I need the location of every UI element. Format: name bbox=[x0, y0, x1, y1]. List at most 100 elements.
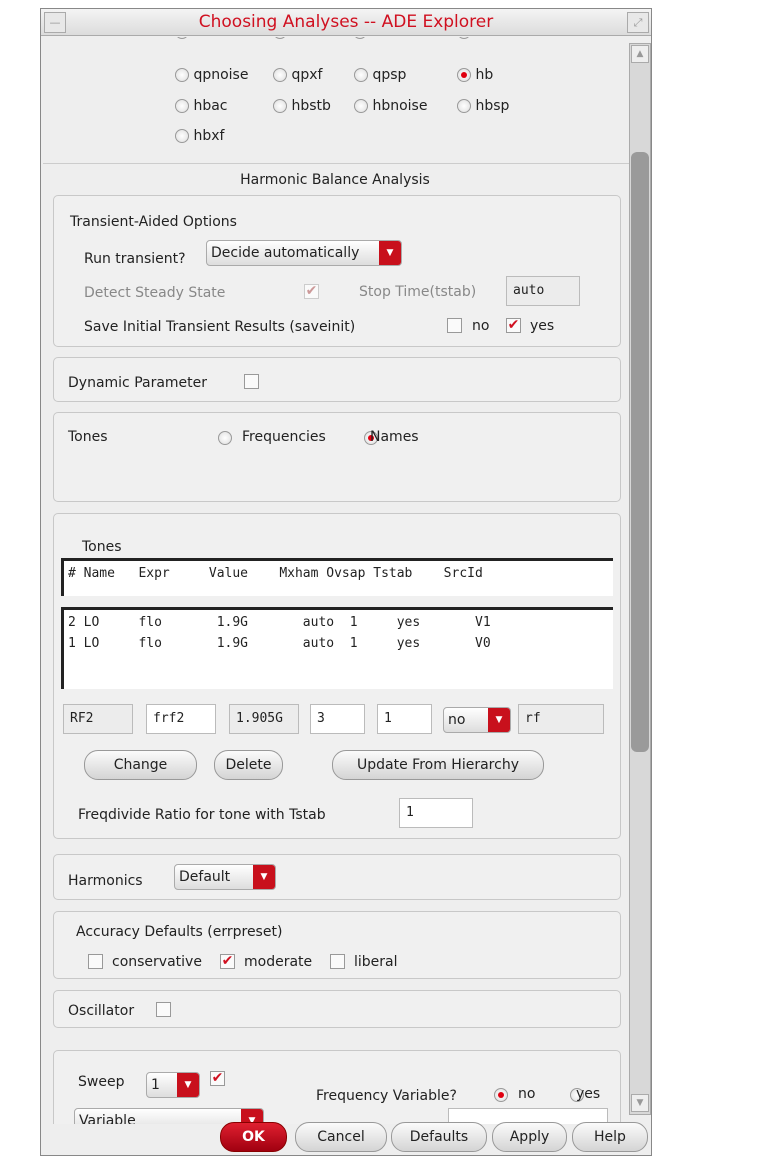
analysis-label: hbstb bbox=[291, 98, 331, 114]
analysis-option-qpxf[interactable]: qpxf bbox=[273, 67, 322, 83]
chevron-down-icon: ▼ bbox=[177, 1073, 199, 1097]
tone-value-field[interactable]: 1.905G bbox=[229, 704, 299, 734]
analysis-option-hb[interactable]: hb bbox=[457, 67, 493, 83]
moderate-label: moderate bbox=[244, 954, 313, 970]
analysis-radio[interactable] bbox=[457, 68, 471, 82]
form-scroll-area: qpnoise qpxf qpsp hb hbac hbstb hbnoise … bbox=[41, 37, 629, 1124]
help-button[interactable]: Help bbox=[572, 1122, 648, 1152]
tones-row[interactable]: 1 LO flo 1.9G auto 1 yes V0 bbox=[68, 636, 491, 651]
scroll-down-icon[interactable]: ▼ bbox=[631, 1094, 649, 1112]
tone-name-field[interactable]: RF2 bbox=[63, 704, 133, 734]
harmonics-value: Default bbox=[179, 869, 231, 885]
transient-options-group: Transient-Aided Options Run transient? D… bbox=[53, 195, 621, 347]
harmonics-select[interactable]: Default ▼ bbox=[174, 864, 276, 890]
frequency-variable-no-label: no bbox=[518, 1086, 536, 1102]
analysis-label: hbnoise bbox=[372, 98, 428, 114]
tones-title: Tones bbox=[82, 539, 122, 555]
accuracy-title: Accuracy Defaults (errpreset) bbox=[76, 924, 283, 940]
analysis-label: qpnoise bbox=[193, 67, 249, 83]
oscillator-checkbox[interactable] bbox=[156, 1002, 171, 1017]
update-from-hierarchy-button[interactable]: Update From Hierarchy bbox=[332, 750, 544, 780]
run-transient-select[interactable]: Decide automatically ▼ bbox=[206, 240, 402, 266]
delete-button[interactable]: Delete bbox=[214, 750, 283, 780]
tone-ovsap-field[interactable]: 1 bbox=[377, 704, 432, 734]
sweep-variable-value: Variable bbox=[79, 1113, 136, 1124]
save-init-yes-checkbox[interactable]: ✔ bbox=[506, 318, 521, 333]
run-transient-value: Decide automatically bbox=[211, 245, 360, 261]
conservative-checkbox[interactable] bbox=[88, 954, 103, 969]
vertical-scrollbar[interactable]: ▲ ▼ bbox=[629, 43, 651, 1115]
stop-time-field[interactable]: auto bbox=[506, 276, 580, 306]
sweep-group: Sweep 1 ▼ ✔ Frequency Variable? no yes Va… bbox=[53, 1050, 621, 1124]
dynamic-parameter-checkbox[interactable] bbox=[244, 374, 259, 389]
analysis-radio[interactable] bbox=[175, 99, 189, 113]
analysis-label: hb bbox=[475, 67, 494, 83]
analysis-option-qpnoise[interactable]: qpnoise bbox=[175, 67, 248, 83]
analysis-radio[interactable] bbox=[175, 129, 189, 143]
tone-expr-field[interactable]: frf2 bbox=[146, 704, 216, 734]
analysis-option-qpsp[interactable]: qpsp bbox=[354, 67, 406, 83]
analysis-radio[interactable] bbox=[354, 68, 368, 82]
change-button[interactable]: Change bbox=[84, 750, 197, 780]
tone-tstab-value: no bbox=[448, 712, 466, 728]
analysis-option-hbstb[interactable]: hbstb bbox=[273, 98, 331, 114]
liberal-label: liberal bbox=[354, 954, 398, 970]
apply-button[interactable]: Apply bbox=[492, 1122, 567, 1152]
freqdivide-field[interactable]: 1 bbox=[399, 798, 473, 828]
divider bbox=[43, 163, 629, 164]
frequencies-radio[interactable] bbox=[218, 431, 232, 445]
tones-column-headers: # Name Expr Value Mxham Ovsap Tstab SrcI… bbox=[68, 566, 483, 581]
analysis-label: hbac bbox=[193, 98, 228, 114]
tones-header: # Name Expr Value Mxham Ovsap Tstab SrcI… bbox=[61, 558, 613, 596]
detect-steady-state-checkbox[interactable]: ✔ bbox=[304, 284, 319, 299]
analysis-radio[interactable] bbox=[354, 99, 368, 113]
frequency-variable-no-radio[interactable] bbox=[494, 1088, 508, 1102]
frequency-variable-yes-label: yes bbox=[576, 1086, 601, 1102]
save-init-label: Save Initial Transient Results (saveinit… bbox=[84, 319, 356, 335]
analysis-option-hbnoise[interactable]: hbnoise bbox=[354, 98, 427, 114]
scroll-up-icon[interactable]: ▲ bbox=[631, 45, 649, 63]
sweep-value: 1 bbox=[151, 1077, 160, 1093]
frequencies-label: Frequencies bbox=[242, 429, 326, 445]
harmonics-group: Harmonics Default ▼ bbox=[53, 854, 621, 900]
oscillator-label: Oscillator bbox=[68, 1003, 135, 1019]
moderate-checkbox[interactable]: ✔ bbox=[220, 954, 235, 969]
scrollbar-thumb[interactable] bbox=[631, 152, 649, 752]
tone-mxham-field[interactable]: 3 bbox=[310, 704, 365, 734]
maximize-button[interactable]: ⤢ bbox=[627, 12, 649, 33]
names-label: Names bbox=[370, 429, 419, 445]
oscillator-group: Oscillator bbox=[53, 990, 621, 1028]
transient-title: Transient-Aided Options bbox=[70, 214, 237, 230]
section-title: Harmonic Balance Analysis bbox=[240, 172, 430, 188]
tones-row[interactable]: 2 LO flo 1.9G auto 1 yes V1 bbox=[68, 615, 491, 630]
analysis-radio[interactable] bbox=[273, 99, 287, 113]
cancel-button[interactable]: Cancel bbox=[295, 1122, 387, 1152]
analysis-label: hbxf bbox=[193, 128, 225, 144]
tones-group: Tones # Name Expr Value Mxham Ovsap Tsta… bbox=[53, 513, 621, 839]
ok-button[interactable]: OK bbox=[220, 1122, 287, 1152]
analysis-radio[interactable] bbox=[273, 68, 287, 82]
analysis-radio[interactable] bbox=[175, 68, 189, 82]
tone-srcid-field[interactable]: rf bbox=[518, 704, 604, 734]
conservative-label: conservative bbox=[112, 954, 202, 970]
freqdivide-label: Freqdivide Ratio for tone with Tstab bbox=[78, 807, 326, 823]
save-init-yes-label: yes bbox=[530, 318, 555, 334]
defaults-button[interactable]: Defaults bbox=[391, 1122, 487, 1152]
tones-mode-label: Tones bbox=[68, 429, 108, 445]
tones-list[interactable]: 2 LO flo 1.9G auto 1 yes V1 1 LO flo 1.9… bbox=[61, 607, 613, 689]
sweep-select[interactable]: 1 ▼ bbox=[146, 1072, 200, 1098]
sweep-checkbox[interactable]: ✔ bbox=[210, 1071, 225, 1086]
accuracy-group: Accuracy Defaults (errpreset) conservati… bbox=[53, 911, 621, 979]
analysis-option-hbac[interactable]: hbac bbox=[175, 98, 228, 114]
sweep-label: Sweep bbox=[78, 1074, 125, 1090]
title-bar: — Choosing Analyses -- ADE Explorer ⤢ bbox=[41, 9, 651, 36]
analysis-option-hbsp[interactable]: hbsp bbox=[457, 98, 509, 114]
detect-steady-state-label: Detect Steady State bbox=[84, 285, 226, 301]
save-init-no-label: no bbox=[472, 318, 490, 334]
analysis-option-hbxf[interactable]: hbxf bbox=[175, 128, 224, 144]
dynamic-parameter-group: Dynamic Parameter bbox=[53, 357, 621, 402]
analysis-radio[interactable] bbox=[457, 99, 471, 113]
liberal-checkbox[interactable] bbox=[330, 954, 345, 969]
tone-tstab-select[interactable]: no ▼ bbox=[443, 707, 511, 733]
save-init-no-checkbox[interactable] bbox=[447, 318, 462, 333]
